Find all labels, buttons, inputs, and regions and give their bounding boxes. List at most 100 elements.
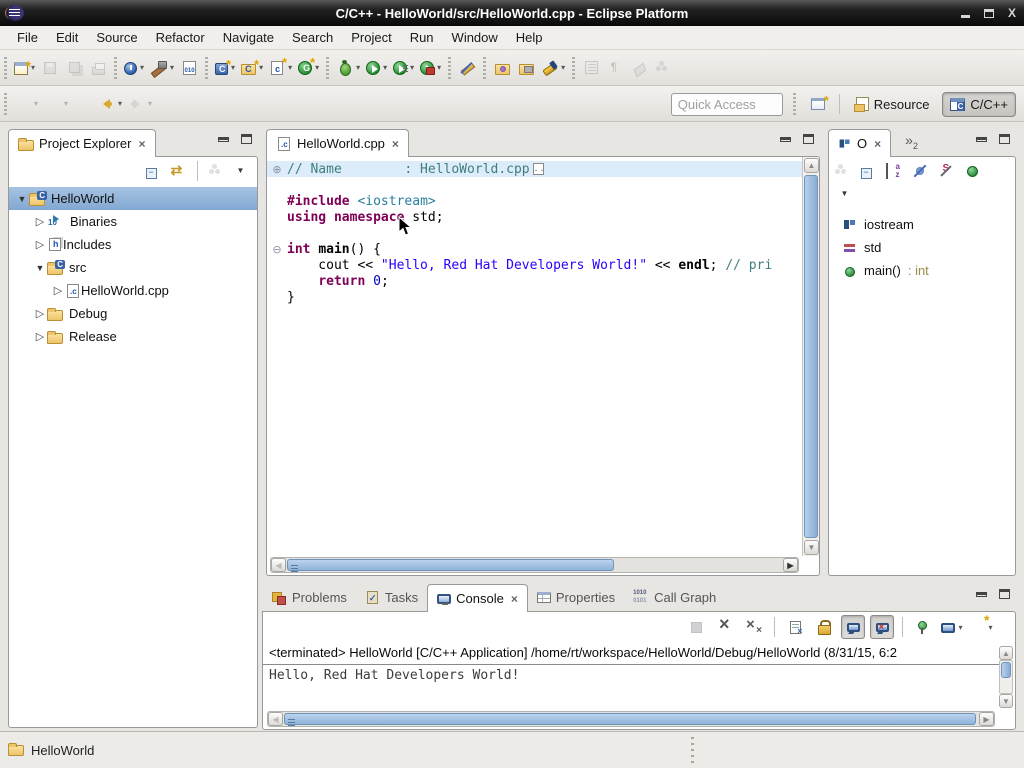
close-tab-icon[interactable]: × (511, 592, 518, 606)
hide-nonpublic-button[interactable] (961, 160, 983, 182)
show-on-stdout-button[interactable] (841, 615, 865, 639)
dropdown-chevron[interactable]: ▾ (383, 63, 387, 72)
perspective-resource-button[interactable]: Resource (849, 92, 937, 117)
quick-access-input[interactable] (671, 93, 783, 116)
external-tools-button[interactable]: ▾ (417, 55, 444, 81)
editor-horizontal-scrollbar[interactable]: ◀ ▶ (270, 557, 799, 573)
editor-vertical-scrollbar[interactable]: ▲ ▼ (802, 157, 819, 556)
open-element-button[interactable] (490, 55, 514, 81)
expand-arrow[interactable]: ▷ (33, 238, 47, 251)
console-vertical-scrollbar[interactable]: ▲ ▼ (999, 646, 1014, 708)
menu-source[interactable]: Source (87, 27, 146, 48)
tree-item-helloworld-cpp[interactable]: ▷HelloWorld.cpp (9, 279, 257, 302)
minimize-view-button[interactable] (780, 137, 791, 142)
tab-project-explorer[interactable]: Project Explorer × (8, 129, 156, 157)
close-tab-icon[interactable]: × (138, 137, 145, 151)
scroll-up-button[interactable]: ▲ (804, 158, 819, 173)
tab-properties[interactable]: Properties (528, 583, 624, 611)
dropdown-chevron[interactable]: ▾ (288, 63, 292, 72)
new-wizard-button[interactable]: ▾ (11, 55, 38, 81)
expand-arrow[interactable]: ▷ (33, 330, 47, 343)
scroll-down-button[interactable]: ▼ (999, 694, 1013, 708)
scroll-lock-button[interactable] (812, 615, 836, 639)
minimize-button[interactable] (961, 8, 970, 18)
view-menu-button[interactable] (835, 183, 857, 205)
perspective-cpp-button[interactable]: C/C++ (942, 92, 1016, 117)
menu-edit[interactable]: Edit (47, 27, 87, 48)
run-button[interactable]: ▾ (363, 55, 390, 81)
menu-window[interactable]: Window (443, 27, 507, 48)
open-perspective-button[interactable] (806, 91, 830, 117)
scroll-right-button[interactable]: ▶ (783, 558, 798, 572)
menu-search[interactable]: Search (283, 27, 342, 48)
hide-static-button[interactable] (935, 160, 957, 182)
dropdown-chevron[interactable]: ▾ (356, 63, 360, 72)
maximize-button[interactable] (984, 9, 994, 18)
remove-button[interactable] (713, 615, 737, 639)
scroll-left-button[interactable]: ◀ (268, 712, 283, 726)
expand-arrow[interactable]: ▷ (33, 307, 47, 320)
dropdown-chevron[interactable]: ▾ (231, 63, 235, 72)
expand-arrow[interactable]: ▷ (51, 284, 65, 297)
folded-region-indicator[interactable]: .. (533, 163, 544, 175)
maximize-view-button[interactable] (241, 134, 252, 144)
fold-plus-icon[interactable]: ⊕ (267, 163, 287, 176)
dropdown-chevron[interactable]: ▾ (437, 63, 441, 72)
dropdown-chevron[interactable]: ▾ (118, 99, 122, 108)
binary-button[interactable] (177, 55, 201, 81)
maximize-view-button[interactable] (999, 589, 1010, 599)
tree-item-includes[interactable]: ▷Includes (9, 233, 257, 256)
tab-call-graph[interactable]: Call Graph (624, 583, 725, 611)
hide-fields-button[interactable] (909, 160, 931, 182)
close-tab-icon[interactable]: × (392, 137, 399, 151)
dropdown-chevron[interactable]: ▾ (259, 63, 263, 72)
collapse-arrow[interactable]: ▼ (33, 263, 47, 273)
open-console-button[interactable]: ▾ (969, 615, 993, 639)
outline-item-main-[interactable]: main() : int (829, 259, 1015, 282)
tab-console[interactable]: Console× (427, 584, 528, 612)
tree-item-helloworld[interactable]: ▼HelloWorld (9, 187, 257, 210)
sort-button[interactable] (883, 160, 905, 182)
close-tab-icon[interactable]: × (874, 137, 881, 151)
link-with-editor-button[interactable] (168, 160, 190, 182)
scroll-down-button[interactable]: ▼ (804, 540, 819, 555)
gprof-button[interactable]: ▾ (295, 55, 322, 81)
tree-item-binaries[interactable]: ▷Binaries (9, 210, 257, 233)
display-console-button[interactable]: ▾ (940, 615, 964, 639)
console-output-text[interactable]: Hello, Red Hat Developers World! (269, 668, 995, 708)
stacked-views-indicator[interactable]: »2 (905, 132, 918, 151)
code-editor-canvas[interactable]: ⊕// Name : HelloWorld.cpp..#include <ios… (267, 157, 802, 556)
dropdown-chevron[interactable]: ▾ (34, 99, 38, 108)
dropdown-chevron[interactable]: ▾ (148, 99, 152, 108)
tree-item-release[interactable]: ▷Release (9, 325, 257, 348)
menu-help[interactable]: Help (507, 27, 552, 48)
dropdown-chevron[interactable]: ▾ (170, 63, 174, 72)
collapse-arrow[interactable]: ▼ (15, 194, 29, 204)
build-button[interactable]: ▾ (147, 55, 177, 81)
collapse-all-button[interactable] (142, 160, 164, 182)
scrollbar-thumb[interactable] (284, 713, 976, 725)
tab-helloworld-cpp[interactable]: HelloWorld.cpp × (266, 129, 409, 157)
new-c-project-button[interactable]: ▾ (212, 55, 238, 81)
scroll-left-button[interactable]: ◀ (271, 558, 286, 572)
profile-button[interactable]: ▾ (121, 55, 147, 81)
scrollbar-thumb[interactable] (287, 559, 614, 571)
dropdown-chevron[interactable]: ▾ (410, 63, 414, 72)
expand-arrow[interactable]: ▷ (33, 215, 47, 228)
tree-item-debug[interactable]: ▷Debug (9, 302, 257, 325)
close-button[interactable]: X (1008, 7, 1016, 19)
debug-button[interactable]: ▾ (333, 55, 363, 81)
scrollbar-track[interactable] (999, 660, 1013, 694)
profile-as-button[interactable]: ▾ (390, 55, 417, 81)
scroll-up-button[interactable]: ▲ (999, 646, 1013, 660)
new-c-folder-button[interactable]: ▾ (238, 55, 266, 81)
console-horizontal-scrollbar[interactable]: ◀ ▶ (267, 711, 995, 727)
menu-refactor[interactable]: Refactor (147, 27, 214, 48)
menu-file[interactable]: File (8, 27, 47, 48)
tree-item-src[interactable]: ▼src (9, 256, 257, 279)
outline-item-std[interactable]: std (829, 236, 1015, 259)
tab-problems[interactable]: Problems (262, 583, 356, 611)
back-button[interactable]: ▾ (95, 91, 125, 117)
outline-item-iostream[interactable]: iostream (829, 213, 1015, 236)
dropdown-chevron[interactable]: ▾ (31, 63, 35, 72)
